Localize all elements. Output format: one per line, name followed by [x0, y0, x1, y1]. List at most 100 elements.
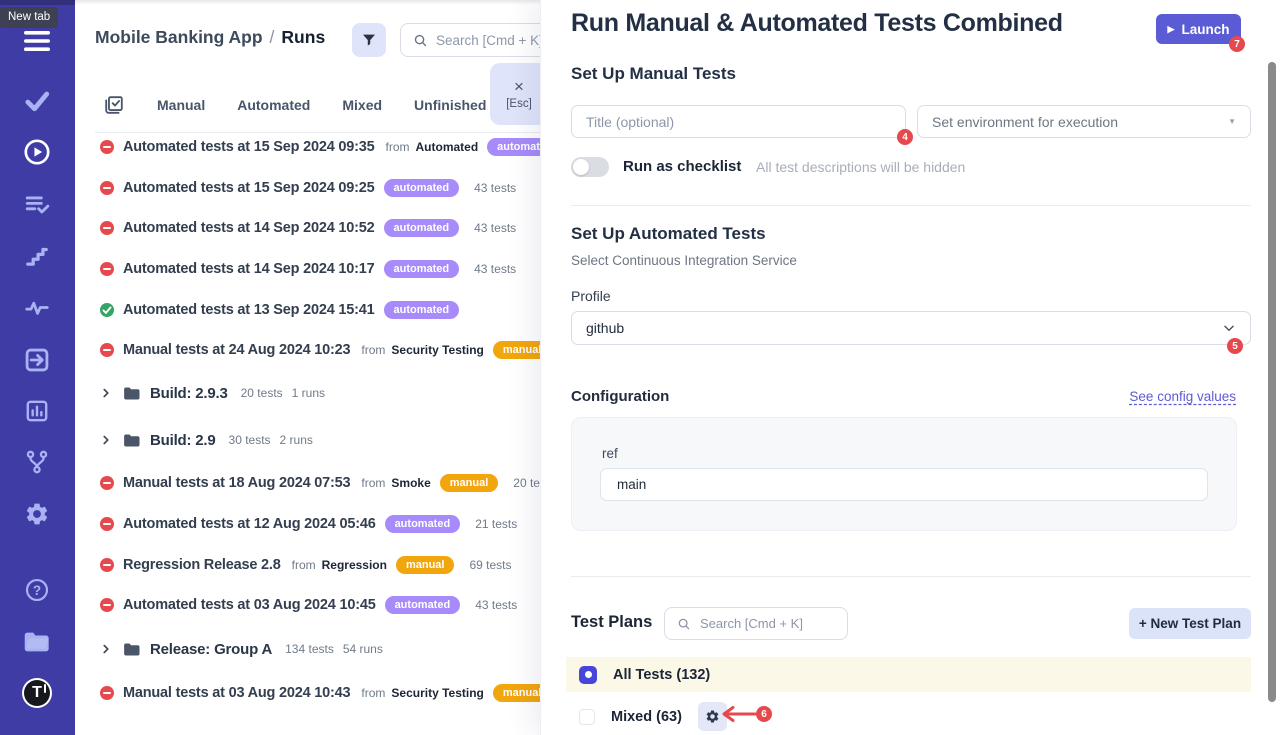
tab-manual[interactable]: Manual	[157, 97, 205, 113]
failed-status-icon	[100, 221, 114, 235]
tests-count: 30 tests	[229, 433, 271, 447]
run-type-badge: automated	[385, 515, 461, 533]
run-type-badge: automated	[385, 596, 461, 614]
run-type-badge: manual	[440, 474, 499, 492]
run-type-badge: automated	[384, 179, 460, 197]
run-title: Automated tests at 13 Sep 2024 15:41	[123, 302, 375, 318]
runs-count: 2 runs	[280, 433, 313, 447]
plan-checkbox[interactable]	[579, 666, 597, 684]
title-input[interactable]	[571, 105, 906, 138]
close-panel-button[interactable]: × [Esc]	[490, 63, 540, 125]
runs-search-input[interactable]	[436, 33, 540, 48]
scrollbar[interactable]	[1268, 62, 1276, 702]
environment-select[interactable]: Set environment for execution ▼	[917, 105, 1251, 138]
run-source: Automated	[416, 140, 479, 154]
run-type-badge: automated	[384, 260, 460, 278]
chevron-right-icon[interactable]	[100, 643, 112, 655]
play-icon: ▶	[1168, 25, 1175, 34]
divider	[571, 205, 1251, 206]
sign-in-icon[interactable]	[22, 345, 52, 375]
plan-checkbox[interactable]	[579, 709, 595, 725]
run-group-row[interactable]: Release: Group A134 tests54 runs	[75, 629, 540, 669]
launch-button[interactable]: ▶ Launch	[1156, 14, 1241, 44]
run-row[interactable]: Automated tests at 14 Sep 2024 10:52auto…	[75, 208, 540, 248]
checklist-label: Run as checklist	[623, 158, 741, 175]
tests-count: 43 tests	[474, 221, 516, 235]
ref-input[interactable]	[600, 468, 1208, 501]
new-tab-tooltip: New tab	[0, 7, 58, 28]
folder-icon[interactable]	[22, 627, 52, 657]
group-name: Build: 2.9.3	[150, 385, 228, 402]
run-type-badge: automated	[384, 301, 460, 319]
help-icon[interactable]: ?	[22, 575, 52, 605]
configuration-box: ref	[571, 417, 1237, 531]
run-row[interactable]: Automated tests at 03 Aug 2024 10:45auto…	[75, 585, 540, 625]
ci-subtitle: Select Continuous Integration Service	[571, 253, 797, 268]
run-type-badge: manual	[396, 556, 455, 574]
failed-status-icon	[100, 598, 114, 612]
list-check-icon[interactable]	[22, 190, 52, 220]
check-icon[interactable]	[22, 86, 52, 116]
test-plan-row[interactable]: All Tests (132)	[566, 657, 1251, 692]
run-row[interactable]: Manual tests at 03 Aug 2024 10:43fromSec…	[75, 673, 540, 713]
search-icon	[413, 33, 428, 48]
chevron-right-icon[interactable]	[100, 387, 112, 399]
tab-automated[interactable]: Automated	[237, 97, 310, 113]
tab-unfinished[interactable]: Unfinished	[414, 97, 486, 113]
run-row[interactable]: Automated tests at 12 Aug 2024 05:46 auto…	[75, 504, 540, 544]
filter-button[interactable]	[352, 23, 386, 57]
test-plans-search	[664, 607, 848, 640]
pulse-icon[interactable]	[22, 293, 52, 323]
run-row[interactable]: Automated tests at 13 Sep 2024 15:41 auto…	[75, 290, 540, 330]
run-as-checklist-toggle[interactable]	[571, 157, 609, 177]
dropdown-arrow-icon: ▼	[1228, 117, 1236, 126]
run-group-row[interactable]: Build: 2.9.320 tests1 runs	[75, 373, 540, 413]
tests-count: 69 tests	[469, 558, 511, 572]
plan-label: Mixed (63)	[611, 709, 682, 725]
play-circle-icon[interactable]	[22, 137, 52, 167]
app-logo[interactable]: T	[22, 678, 52, 708]
run-title: Automated tests at 12 Aug 2024 05:46	[123, 516, 376, 532]
run-group-row[interactable]: Build: 2.930 tests2 runs	[75, 420, 540, 460]
new-test-plan-button[interactable]: + New Test Plan	[1129, 608, 1251, 639]
runs-tabs: Manual Automated Mixed Unfinished	[103, 90, 486, 120]
run-row[interactable]: Manual tests at 24 Aug 2024 10:23fromSec…	[75, 330, 540, 370]
chevron-right-icon[interactable]	[100, 434, 112, 446]
bar-chart-icon[interactable]	[22, 396, 52, 426]
run-row[interactable]: Automated tests at 15 Sep 2024 09:25auto…	[75, 168, 540, 208]
tests-count: 134 tests	[285, 642, 334, 656]
folder-icon	[123, 386, 141, 401]
test-plan-row[interactable]: Mixed (63)	[566, 699, 1251, 734]
breadcrumb-project[interactable]: Mobile Banking App	[95, 27, 263, 47]
steps-icon[interactable]	[22, 241, 52, 271]
test-plans-search-input[interactable]	[700, 616, 830, 631]
annotation-badge-5: 5	[1227, 338, 1243, 354]
tests-count: 43 tests	[475, 598, 517, 612]
menu-icon[interactable]	[22, 26, 52, 56]
run-row[interactable]: Manual tests at 18 Aug 2024 07:53fromSmo…	[75, 463, 540, 503]
see-config-values-link[interactable]: See config values	[1129, 389, 1236, 404]
run-row[interactable]: Automated tests at 15 Sep 2024 09:35from…	[75, 127, 540, 167]
annotation-arrow-icon	[719, 705, 757, 723]
run-source: Regression	[322, 558, 387, 572]
tab-mixed[interactable]: Mixed	[342, 97, 382, 113]
git-branch-icon[interactable]	[22, 447, 52, 477]
runs-count: 54 runs	[343, 642, 383, 656]
select-runs-icon[interactable]	[103, 94, 125, 116]
run-source: Security Testing	[391, 343, 483, 357]
runs-search	[400, 23, 540, 57]
folder-icon	[123, 642, 141, 657]
run-row[interactable]: Regression Release 2.8fromRegressionmanu…	[75, 545, 540, 585]
run-title: Automated tests at 15 Sep 2024 09:35	[123, 139, 375, 155]
ref-label: ref	[602, 446, 618, 461]
profile-select[interactable]: github	[571, 311, 1251, 345]
run-row[interactable]: Automated tests at 14 Sep 2024 10:17auto…	[75, 249, 540, 289]
failed-status-icon	[100, 343, 114, 357]
run-type-badge: manual	[493, 684, 540, 702]
run-title: Manual tests at 18 Aug 2024 07:53	[123, 475, 350, 491]
close-icon: ×	[514, 78, 524, 95]
manual-tests-heading: Set Up Manual Tests	[571, 64, 736, 84]
plan-label: All Tests (132)	[613, 667, 710, 683]
gear-icon[interactable]	[22, 499, 52, 529]
runs-count: 1 runs	[292, 386, 325, 400]
